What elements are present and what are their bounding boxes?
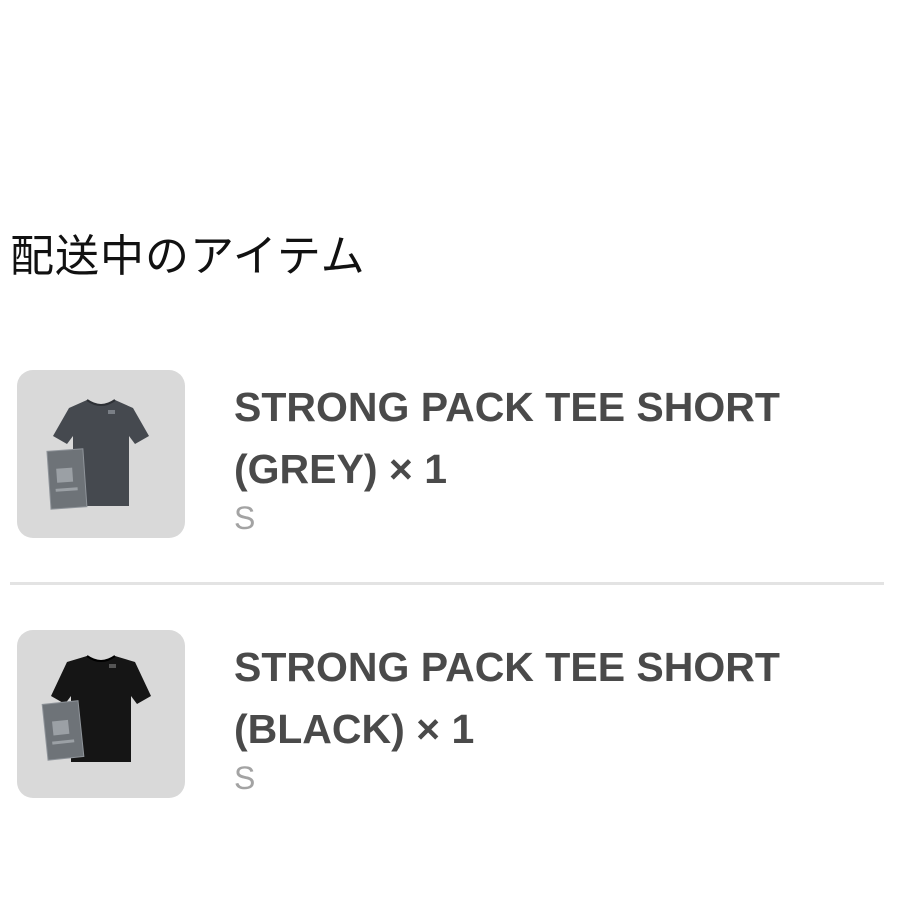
item-divider (10, 582, 884, 585)
section-title: 配送中のアイテム (10, 231, 366, 282)
item-name[interactable]: STRONG PACK TEE SHORT (GREY) × 1 (234, 376, 874, 500)
item-name-line-1: STRONG PACK TEE SHORT (234, 384, 780, 430)
order-item[interactable]: STRONG PACK TEE SHORT (BLACK) × 1 S (0, 630, 900, 810)
product-thumbnail[interactable] (17, 370, 185, 538)
item-size-option: S (234, 500, 256, 536)
item-name-line-2: (BLACK) × 1 (234, 706, 475, 752)
item-name[interactable]: STRONG PACK TEE SHORT (BLACK) × 1 (234, 636, 874, 760)
item-name-line-2: (GREY) × 1 (234, 446, 448, 492)
item-name-line-1: STRONG PACK TEE SHORT (234, 644, 780, 690)
black-tshirt-icon (41, 655, 151, 762)
grey-tshirt-icon (46, 399, 149, 510)
item-size-option: S (234, 760, 256, 796)
shipping-items-page: 配送中のアイテム STRONG PACK TEE SHORT (GREY) × … (0, 0, 900, 900)
order-item[interactable]: STRONG PACK TEE SHORT (GREY) × 1 S (0, 370, 900, 550)
product-thumbnail[interactable] (17, 630, 185, 798)
